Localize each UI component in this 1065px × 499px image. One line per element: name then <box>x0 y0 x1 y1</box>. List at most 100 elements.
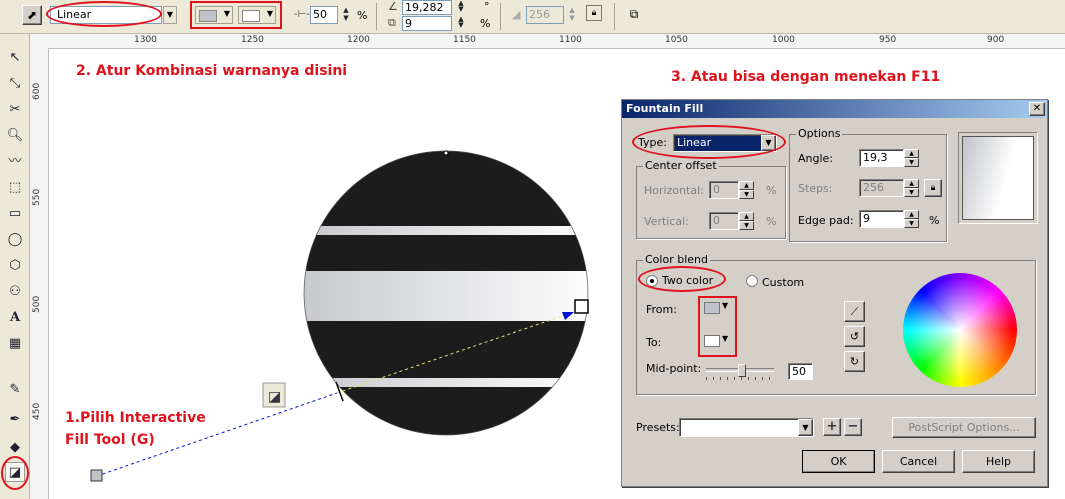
ruler-label: 1250 <box>241 35 264 45</box>
fountain-fill-dialog: Fountain Fill ✕ Type: Linear ▼ Center of… <box>621 99 1048 487</box>
pick-tool-icon[interactable]: ↖ <box>5 48 25 68</box>
cancel-button[interactable]: Cancel <box>882 450 955 473</box>
annotation-step1-line2: Fill Tool (G) <box>65 432 155 448</box>
to-label: To: <box>646 336 662 349</box>
color-blend-label: Color blend <box>643 253 710 266</box>
ruler-label: 1300 <box>134 35 157 45</box>
ruler-label: 1000 <box>772 35 795 45</box>
horizontal-input[interactable]: 0 <box>709 181 739 199</box>
options-label: Options <box>796 127 843 140</box>
presets-combo[interactable] <box>679 418 814 437</box>
fill-tool-options-button[interactable]: ⬈ <box>22 5 42 25</box>
edge-pad-input[interactable]: 9 <box>402 16 452 31</box>
help-button[interactable]: Help <box>962 450 1035 473</box>
ruler-label: 600 <box>32 82 42 100</box>
presets-label: Presets: <box>636 421 680 434</box>
custom-radio[interactable] <box>746 275 758 287</box>
midpoint-label: Mid-point: <box>646 362 702 375</box>
direct-blend-button[interactable]: ⟋ <box>844 301 865 322</box>
steps-input[interactable]: 256 <box>526 6 564 24</box>
horizontal-label: Horizontal: <box>644 184 704 197</box>
remove-preset-button[interactable]: − <box>844 418 862 436</box>
table-tool-icon[interactable]: ▦ <box>5 334 25 354</box>
presets-dropdown-icon[interactable]: ▼ <box>798 419 813 436</box>
vertical-input[interactable]: 0 <box>709 212 739 230</box>
steps-icon: ◢ <box>512 8 521 21</box>
ruler-label: 950 <box>879 35 897 45</box>
angle-spinner[interactable]: ▲ ▼ <box>904 149 919 167</box>
start-color-handle[interactable] <box>90 469 103 482</box>
two-color-highlight <box>638 266 726 292</box>
angle-input[interactable]: 19,3 <box>859 149 904 167</box>
property-bar: ⬈ Linear ▼ ▼ ▼ -⊢- 50 ▲ ▼ % ∠ 19,282 ▲ ▼ °… <box>0 0 1065 34</box>
node-handle[interactable] <box>443 150 449 156</box>
steps-spinner[interactable]: ▲ ▼ <box>904 179 919 197</box>
horizontal-pct: % <box>766 184 777 197</box>
zoom-tool-icon[interactable]: 🔍︎ <box>5 126 25 146</box>
vertical-ruler: 600 550 500 450 <box>30 48 49 499</box>
steps-lock-icon[interactable]: 🔒︎ <box>924 179 942 197</box>
edge-pad-spinner[interactable]: ▲ ▼ <box>904 210 919 228</box>
vertical-label: Vertical: <box>644 215 689 228</box>
edge-pad-unit: % <box>480 17 491 30</box>
ruler-label: 500 <box>32 295 42 313</box>
smart-fill-icon[interactable]: ⬚ <box>5 178 25 198</box>
midpoint-slider[interactable] <box>706 364 774 380</box>
edge-pad-input[interactable]: 9 <box>859 210 904 228</box>
vertical-spinner[interactable]: ▲ ▼ <box>739 212 754 230</box>
midpoint-input[interactable]: 50 <box>310 6 338 24</box>
toolbox: ↖ ⤡ ✂ 🔍︎ 〰 ⬚ ▭ ◯ ⬡ ⚇ A ▦ ✎ ✒ ◆ ◪ <box>0 34 30 499</box>
counterclockwise-blend-button[interactable]: ↺ <box>844 326 865 347</box>
toolbar-separator <box>500 3 501 30</box>
color-wheel[interactable] <box>903 273 1017 387</box>
shape-tool-icon[interactable]: ⤡ <box>5 74 25 94</box>
toolbar-separator <box>614 3 615 30</box>
outline-tool-icon[interactable]: ✒ <box>5 410 25 430</box>
angle-input[interactable]: 19,282 <box>402 0 452 15</box>
midpoint-percent: % <box>357 9 368 22</box>
ellipse-tool-icon[interactable]: ◯ <box>5 230 25 250</box>
horizontal-spinner[interactable]: ▲ ▼ <box>739 181 754 199</box>
svg-text:◪: ◪ <box>268 389 281 405</box>
ruler-label: 1200 <box>347 35 370 45</box>
annotation-step1-line1: 1.Pilih Interactive <box>65 410 206 426</box>
edge-pad-icon: ⧉ <box>388 16 396 29</box>
eyedropper-tool-icon[interactable]: ✎ <box>5 380 25 400</box>
angle-label: Angle: <box>798 152 834 165</box>
midpoint-icon: -⊢- <box>294 9 310 20</box>
from-label: From: <box>646 303 677 316</box>
lock-icon[interactable]: 🔒︎ <box>586 5 602 21</box>
copy-fill-icon[interactable]: ⧉ <box>626 6 642 22</box>
ruler-label: 450 <box>32 402 42 420</box>
dialog-title-bar[interactable]: Fountain Fill ✕ <box>622 100 1047 118</box>
midpoint-input[interactable]: 50 <box>788 363 813 380</box>
vertical-pct: % <box>766 215 777 228</box>
clockwise-blend-button[interactable]: ↻ <box>844 351 865 372</box>
center-offset-label: Center offset <box>643 159 719 172</box>
crop-tool-icon[interactable]: ✂ <box>5 100 25 120</box>
ok-button[interactable]: OK <box>802 450 875 473</box>
steps-spinner[interactable]: ▲ ▼ <box>565 6 579 24</box>
basic-shapes-icon[interactable]: ⚇ <box>5 282 25 302</box>
edge-pad-spinner[interactable]: ▲ ▼ <box>454 16 468 30</box>
polygon-tool-icon[interactable]: ⬡ <box>5 256 25 276</box>
midpoint-spinner[interactable]: ▲ ▼ <box>339 6 353 24</box>
ruler-label: 550 <box>32 188 42 206</box>
close-icon[interactable]: ✕ <box>1029 102 1045 116</box>
toolbar-separator <box>376 3 377 30</box>
text-tool-icon[interactable]: A <box>5 308 25 328</box>
dialog-title: Fountain Fill <box>626 102 704 115</box>
interactive-fill-highlight <box>1 456 29 490</box>
rectangle-tool-icon[interactable]: ▭ <box>5 204 25 224</box>
add-preset-button[interactable]: + <box>823 418 841 436</box>
edge-pad-pct: % <box>929 214 940 227</box>
fill-tool-icon[interactable]: ◆ <box>5 438 25 458</box>
steps-label: Steps: <box>798 182 833 195</box>
steps-input[interactable]: 256 <box>859 179 904 197</box>
fill-type-dropdown[interactable]: ▼ <box>163 6 177 24</box>
edge-pad-label: Edge pad: <box>798 214 854 227</box>
angle-spinner[interactable]: ▲ ▼ <box>454 0 468 14</box>
postscript-options-button[interactable]: PostScript Options... <box>892 417 1036 438</box>
freehand-tool-icon[interactable]: 〰 <box>5 152 25 172</box>
end-color-handle[interactable] <box>574 299 589 314</box>
